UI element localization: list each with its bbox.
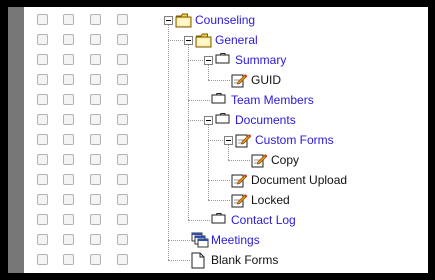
- tree-connector-line: [188, 120, 203, 121]
- form-edit-icon: [251, 152, 267, 168]
- folder-tree: Counseling General Summary GUID Team Members…: [8, 7, 428, 273]
- tree-connector-line: [208, 180, 230, 181]
- folder-closed-icon: [215, 112, 231, 124]
- tree-item-meetings[interactable]: Meetings: [211, 233, 260, 247]
- form-edit-icon: [231, 192, 247, 208]
- folder-open-icon: [195, 32, 213, 48]
- collapse-toggle[interactable]: [204, 56, 213, 65]
- tree-item-blank-forms: Blank Forms: [211, 253, 279, 267]
- tree-connector-line: [188, 60, 203, 61]
- tree-item-document-upload: Document Upload: [251, 173, 348, 187]
- tree-item-guid: GUID: [251, 73, 281, 87]
- tree-connector-line: [228, 145, 229, 160]
- tree-connector-line: [188, 100, 210, 101]
- collapse-toggle[interactable]: [164, 16, 173, 25]
- folder-closed-icon: [211, 212, 227, 224]
- tree-connector-line: [208, 65, 209, 80]
- tree-connector-line: [168, 40, 183, 41]
- tree-connector-line: [168, 240, 190, 241]
- folder-open-icon: [175, 12, 193, 28]
- folder-closed-icon: [215, 52, 231, 64]
- form-edit-icon: [235, 132, 251, 148]
- tree-panel: Counseling General Summary GUID Team Members…: [8, 7, 428, 273]
- blank-document-icon: [191, 252, 205, 269]
- tree-item-general[interactable]: General: [215, 33, 258, 47]
- tree-item-copy: Copy: [271, 153, 300, 167]
- folder-closed-icon: [211, 92, 227, 104]
- tree-connector-line: [208, 125, 209, 200]
- tree-item-team-members[interactable]: Team Members: [231, 93, 314, 107]
- collapse-toggle[interactable]: [184, 36, 193, 45]
- tree-connector-line: [168, 25, 169, 260]
- tree-connector-line: [188, 220, 210, 221]
- stacked-windows-icon: [191, 232, 209, 248]
- tree-item-locked: Locked: [251, 193, 290, 207]
- tree-connector-line: [208, 140, 223, 141]
- tree-item-counseling[interactable]: Counseling: [195, 13, 255, 27]
- collapse-toggle[interactable]: [204, 116, 213, 125]
- tree-item-contact-log[interactable]: Contact Log: [231, 213, 296, 227]
- collapse-toggle[interactable]: [224, 136, 233, 145]
- tree-item-custom-forms[interactable]: Custom Forms: [255, 133, 334, 147]
- tree-item-documents[interactable]: Documents: [235, 113, 296, 127]
- tree-connector-line: [208, 80, 230, 81]
- tree-connector-line: [188, 45, 189, 220]
- tree-connector-line: [208, 200, 230, 201]
- form-edit-icon: [231, 172, 247, 188]
- form-edit-icon: [231, 72, 247, 88]
- tree-connector-line: [168, 260, 190, 261]
- tree-connector-line: [228, 160, 250, 161]
- tree-item-summary[interactable]: Summary: [235, 53, 286, 67]
